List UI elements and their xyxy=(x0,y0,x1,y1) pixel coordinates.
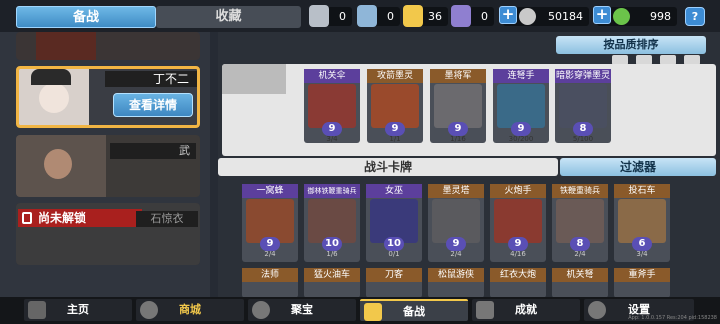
coin-icon xyxy=(519,8,536,25)
battle-card[interactable]: 投石车 6 3/4 xyxy=(614,184,670,262)
unit-cost: 6 xyxy=(632,237,652,251)
locked-hero-name: 石惊衣 xyxy=(136,211,198,227)
battle-card[interactable]: 红衣大炮 xyxy=(490,268,546,298)
view-details-button[interactable]: 查看详情 xyxy=(113,93,193,117)
silver-trophy-icon xyxy=(309,5,329,27)
unit-count: 2/4 xyxy=(574,250,586,258)
unit-count: 4/16 xyxy=(510,250,526,258)
hero-portrait-second xyxy=(16,135,106,197)
nav-achievement[interactable]: 成就 xyxy=(472,299,580,321)
unit-count: 3/4 xyxy=(636,250,648,258)
battle-cards-title: 战斗卡牌 xyxy=(218,158,558,176)
lock-icon xyxy=(22,212,32,224)
locked-label: 尚未解锁 xyxy=(18,209,142,227)
battle-card[interactable]: 法师 xyxy=(242,268,298,298)
unit-cost: 9 xyxy=(511,122,531,136)
gear-icon xyxy=(588,301,606,319)
unit-cost: 10 xyxy=(322,237,342,251)
unit-count: 1/6 xyxy=(326,250,338,258)
unit-count: 1/16 xyxy=(450,135,466,143)
bottom-nav: 主页 商城 聚宝 备战 成就 设置 App: 1.0.0.157 Res:204… xyxy=(0,297,720,324)
battle-card[interactable]: 猛火油车 xyxy=(304,268,360,298)
battle-card[interactable]: 墨灵塔 9 2/4 xyxy=(428,184,484,262)
deck-card[interactable]: 连弩手 9 30/200 xyxy=(493,69,549,143)
add-gems-button[interactable]: + xyxy=(593,6,611,24)
unit-cost: 9 xyxy=(448,122,468,136)
nav-shop[interactable]: 商城 xyxy=(136,299,244,321)
unit-count: 5/100 xyxy=(572,135,594,143)
battle-card[interactable]: 铁鞭重骑兵 8 2/4 xyxy=(552,184,608,262)
purple-trophy-value: 0 xyxy=(481,10,488,23)
nav-home[interactable]: 主页 xyxy=(24,299,132,321)
gold-trophy-icon xyxy=(403,5,423,27)
tab-prepare[interactable]: 备战 xyxy=(16,6,156,28)
gold-trophy-value: 36 xyxy=(428,10,442,23)
unit-count: 30/200 xyxy=(508,135,534,143)
unit-count: 2/4 xyxy=(450,250,462,258)
battle-card[interactable]: 松鼠游侠 xyxy=(428,268,484,298)
unit-count: 1/1 xyxy=(389,135,401,143)
gold-trophy-counter: 36 xyxy=(403,5,448,27)
nav-prepare[interactable]: 备战 xyxy=(360,299,468,321)
achievement-icon xyxy=(476,301,494,319)
prepare-icon xyxy=(364,303,382,321)
unit-count: 2/4 xyxy=(264,250,276,258)
home-icon xyxy=(28,301,46,319)
silver-trophy-value: 0 xyxy=(339,10,346,23)
hero-sidebar: 丁不二 查看详情 武 尚未解锁 石惊衣 xyxy=(0,32,210,298)
battle-card[interactable]: 刀客 xyxy=(366,268,422,298)
sort-by-quality-button[interactable]: 按品质排序 xyxy=(556,36,706,54)
hero-card-second[interactable]: 武 xyxy=(16,135,200,197)
coin-counter: + 50184 xyxy=(499,6,589,26)
add-coins-button[interactable]: + xyxy=(499,6,517,24)
unit-cost: 9 xyxy=(322,122,342,136)
unit-cost: 9 xyxy=(446,237,466,251)
deck-card[interactable]: 墨将军 9 1/16 xyxy=(430,69,486,143)
deck-card[interactable]: 暗影穿弹墨灵 8 5/100 xyxy=(555,69,611,143)
hero-card-locked[interactable]: 尚未解锁 石惊衣 xyxy=(16,203,200,265)
hero-name: 丁不二 xyxy=(105,71,197,87)
unit-cost: 8 xyxy=(570,237,590,251)
deck-area: 按品质排序 机关伞 9 3/4 攻箭墨灵 9 1/1 墨将军 9 1/16 连弩… xyxy=(218,32,720,298)
deck-card[interactable]: 机关伞 9 3/4 xyxy=(304,69,360,143)
deck-card[interactable]: 攻箭墨灵 9 1/1 xyxy=(367,69,423,143)
deck-panel: 机关伞 9 3/4 攻箭墨灵 9 1/1 墨将军 9 1/16 连弩手 9 30… xyxy=(222,64,716,156)
battle-card[interactable]: 火炮手 9 4/16 xyxy=(490,184,546,262)
coin-value: 50184 xyxy=(548,10,583,23)
battle-card[interactable]: 御林铁鞭重骑兵 10 1/6 xyxy=(304,184,360,262)
version-text: App: 1.0.0.157 Res:204 pid:158238 xyxy=(628,315,717,321)
nav-treasure[interactable]: 聚宝 xyxy=(248,299,356,321)
top-bar: 备战 收藏 0 0 36 0 + 50184 + 998 ? xyxy=(0,0,720,32)
hero-portrait xyxy=(36,32,96,60)
unit-cost: 9 xyxy=(385,122,405,136)
battle-card[interactable]: 重斧手 xyxy=(614,268,670,298)
help-button[interactable]: ? xyxy=(685,7,705,26)
unit-cost: 10 xyxy=(384,237,404,251)
blue-trophy-icon xyxy=(357,5,377,27)
hero-name-second: 武 xyxy=(110,143,196,159)
unit-cost: 9 xyxy=(508,237,528,251)
battle-card[interactable]: 一窝蜂 9 2/4 xyxy=(242,184,298,262)
hero-card-top[interactable] xyxy=(16,32,200,60)
unit-count: 3/4 xyxy=(326,135,338,143)
purple-trophy-icon xyxy=(451,5,471,27)
battle-card[interactable]: 机关弩 xyxy=(552,268,608,298)
unit-cost: 9 xyxy=(260,237,280,251)
unit-cost: 8 xyxy=(573,122,593,136)
battle-card[interactable]: 女巫 10 0/1 xyxy=(366,184,422,262)
purple-trophy-counter: 0 xyxy=(451,5,494,27)
treasure-icon xyxy=(252,301,270,319)
filter-button[interactable]: 过滤器 xyxy=(560,158,716,176)
silver-trophy-counter: 0 xyxy=(309,5,352,27)
hero-portrait-selected xyxy=(19,69,89,125)
hero-card-selected[interactable]: 丁不二 查看详情 xyxy=(16,66,200,128)
gem-value: 998 xyxy=(650,10,671,23)
gem-icon xyxy=(613,8,630,25)
blue-trophy-value: 0 xyxy=(387,10,394,23)
tab-collection[interactable]: 收藏 xyxy=(156,6,301,28)
shop-icon xyxy=(140,301,158,319)
unit-count: 0/1 xyxy=(388,250,400,258)
gem-counter: + 998 xyxy=(593,6,677,26)
blue-trophy-counter: 0 xyxy=(357,5,400,27)
